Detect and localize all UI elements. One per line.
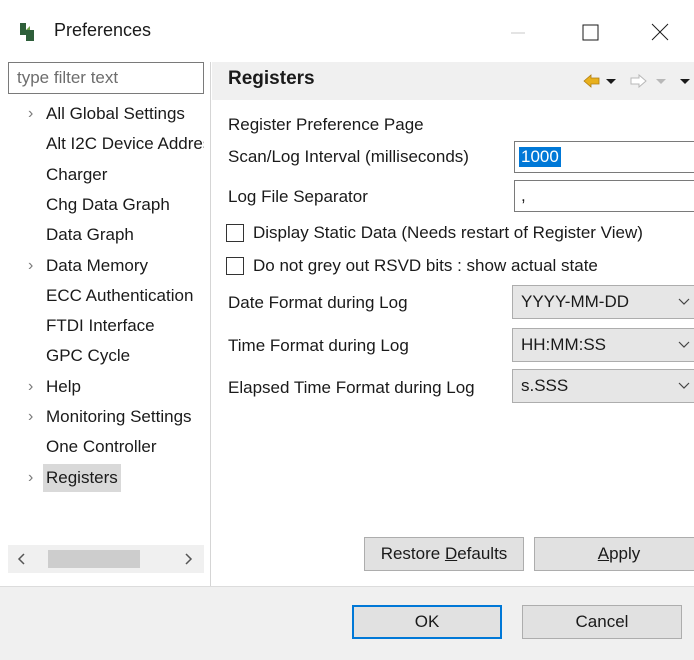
restore-pre: Restore	[380, 544, 445, 563]
restore-post: efaults	[457, 544, 508, 563]
elapsed-format-value: s.SSS	[521, 376, 569, 395]
log-separator-label: Log File Separator	[228, 187, 368, 206]
expand-arrow-icon[interactable]: ›	[28, 373, 33, 401]
time-format-value: HH:MM:SS	[521, 335, 606, 354]
plugin-logo-icon	[20, 23, 34, 41]
tree-item-label: GPC Cycle	[46, 346, 131, 366]
ok-button[interactable]: OK	[352, 605, 502, 639]
tree-item[interactable]: Alt I2C Device Address	[8, 130, 204, 158]
restore-defaults-button[interactable]: Restore Defaults	[364, 537, 524, 571]
scan-interval-value: 1000	[519, 147, 561, 167]
restore-mnemonic: D	[444, 544, 458, 563]
chevron-down-icon	[678, 298, 690, 305]
tree-item[interactable]: ECC Authentication	[8, 282, 204, 310]
panel-divider[interactable]	[210, 62, 211, 586]
chevron-down-icon	[678, 341, 690, 348]
rsvd-bits-label: Do not grey out RSVD bits : show actual …	[253, 256, 598, 275]
page-title: Registers	[228, 68, 315, 89]
horizontal-scrollbar[interactable]	[8, 545, 204, 573]
back-history-dropdown-icon[interactable]	[605, 72, 617, 90]
tree-item-label: Data Graph	[46, 225, 134, 245]
expand-arrow-icon[interactable]: ›	[28, 100, 33, 128]
close-icon[interactable]	[640, 12, 680, 52]
apply-mnemonic: A	[597, 544, 610, 563]
footer-divider	[0, 586, 694, 587]
page-description: Register Preference Page	[228, 115, 424, 134]
tree-item[interactable]: GPC Cycle	[8, 342, 204, 370]
tree-item-label: FTDI Interface	[46, 316, 155, 336]
tree-item-label: Help	[46, 376, 81, 396]
rsvd-bits-checkbox[interactable]	[226, 257, 244, 275]
tree-item-label: ECC Authentication	[46, 285, 194, 305]
scan-interval-field[interactable]: 1000	[514, 141, 694, 173]
log-separator-value: ,	[521, 186, 526, 205]
apply-button[interactable]: Apply	[534, 537, 694, 571]
tree-item-label: Data Memory	[46, 255, 149, 275]
tree-item[interactable]: › Help	[8, 373, 204, 401]
tree-item-label: Chg Data Graph	[46, 194, 170, 214]
display-static-data-checkbox[interactable]	[226, 224, 244, 242]
tree-item[interactable]: Chg Data Graph	[8, 191, 204, 219]
tree-item[interactable]: › Registers	[8, 463, 204, 492]
expand-arrow-icon[interactable]: ›	[28, 464, 33, 492]
preference-tree: › All Global Settings Alt I2C Device Addre…	[8, 100, 204, 540]
tree-item-label: Registers	[43, 463, 121, 492]
tree-item-label: One Controller	[46, 437, 157, 457]
tree-item-label: Alt I2C Device Address	[46, 134, 204, 154]
date-format-value: YYYY-MM-DD	[521, 292, 629, 311]
scrollbar-thumb[interactable]	[48, 550, 140, 568]
tree-item-label: All Global Settings	[46, 104, 185, 123]
log-separator-field[interactable]: ,	[514, 180, 694, 212]
view-menu-icon[interactable]	[679, 72, 691, 90]
maximize-icon[interactable]	[570, 12, 610, 52]
display-static-data-label: Display Static Data (Needs restart of Re…	[253, 223, 643, 242]
chevron-down-icon	[678, 382, 690, 389]
filter-box	[8, 62, 204, 94]
forward-arrow-icon[interactable]	[628, 72, 648, 90]
tree-item[interactable]: Data Graph	[8, 221, 204, 249]
filter-input[interactable]	[9, 64, 197, 92]
page-header: Registers	[212, 62, 694, 100]
date-format-select[interactable]: YYYY-MM-DD	[512, 285, 694, 319]
back-arrow-icon[interactable]	[582, 72, 602, 90]
expand-arrow-icon[interactable]: ›	[28, 252, 33, 280]
tree-item[interactable]: FTDI Interface	[8, 312, 204, 340]
tree-item[interactable]: Charger	[8, 161, 204, 189]
scan-interval-label: Scan/Log Interval (milliseconds)	[228, 147, 469, 166]
tree-item-label: Charger	[46, 164, 108, 184]
scroll-left-icon[interactable]	[12, 549, 32, 569]
tree-item[interactable]: › Data Memory	[8, 252, 204, 280]
elapsed-format-select[interactable]: s.SSS	[512, 369, 694, 403]
date-format-label: Date Format during Log	[228, 293, 408, 312]
window-title: Preferences	[54, 20, 152, 40]
cancel-button[interactable]: Cancel	[522, 605, 682, 639]
forward-history-dropdown-icon[interactable]	[655, 72, 667, 90]
time-format-label: Time Format during Log	[228, 336, 409, 355]
title-bar: Preferences	[0, 0, 694, 62]
tree-item[interactable]: › All Global Settings	[8, 100, 204, 128]
tree-item[interactable]: › Monitoring Settings	[8, 403, 204, 431]
elapsed-format-label: Elapsed Time Format during Log	[228, 378, 475, 397]
scroll-right-icon[interactable]	[178, 549, 198, 569]
minimize-icon[interactable]	[498, 12, 538, 52]
time-format-select[interactable]: HH:MM:SS	[512, 328, 694, 362]
tree-item[interactable]: One Controller	[8, 433, 204, 461]
tree-item-label: Monitoring Settings	[46, 407, 192, 426]
apply-post: pply	[609, 544, 641, 563]
expand-arrow-icon[interactable]: ›	[28, 403, 33, 431]
